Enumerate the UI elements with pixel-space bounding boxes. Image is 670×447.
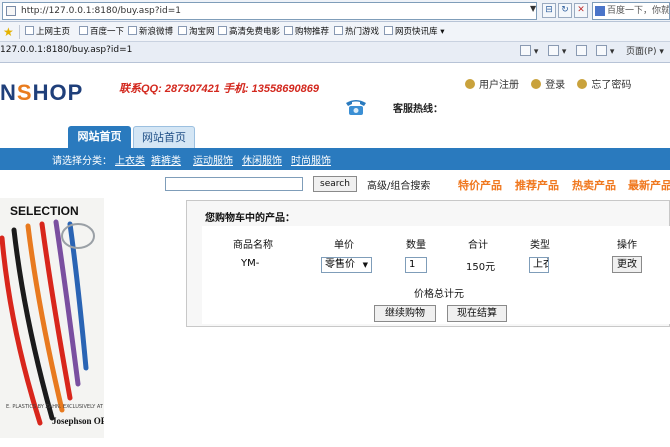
- category-link[interactable]: 裤裤类: [151, 152, 181, 167]
- column-header-subtotal: 合计: [468, 240, 488, 251]
- quantity-input[interactable]: 1: [405, 257, 427, 273]
- category-link[interactable]: 运动服饰: [193, 152, 233, 167]
- hot-products-link[interactable]: 热卖产品: [572, 177, 616, 193]
- category-link[interactable]: 时尚服饰: [291, 152, 331, 167]
- column-header-product-name: 商品名称: [233, 240, 273, 251]
- favorite-item[interactable]: 高清免费电影: [218, 25, 280, 39]
- ad-brand: Josephson OPTICIANS: [52, 416, 104, 426]
- register-link[interactable]: 用户注册: [465, 79, 519, 91]
- favorite-item[interactable]: 淘宝网: [178, 25, 215, 39]
- favorite-page-icon: [25, 26, 34, 35]
- browser-tab-bar: 127.0.0.1:8180/buy.asp?id=1 ▾ ▾ ▾ 页面(P) …: [0, 42, 670, 63]
- favorite-page-icon: [178, 26, 187, 35]
- site-logo[interactable]: NSHOP: [0, 80, 83, 106]
- favorite-page-icon: [334, 26, 343, 35]
- favorite-page-icon: [384, 26, 393, 35]
- customer-hotline: 客服热线：: [393, 104, 443, 115]
- stop-icon[interactable]: ✕: [574, 3, 588, 18]
- category-label: 请选择分类：: [52, 156, 112, 167]
- checkout-button[interactable]: 现在结算: [447, 305, 507, 322]
- user-icon: [465, 79, 475, 89]
- update-button[interactable]: 更改: [612, 256, 642, 273]
- favorite-item[interactable]: 百度一下: [79, 25, 124, 39]
- price-total: 价格总计元: [414, 289, 464, 300]
- browser-tab[interactable]: 127.0.0.1:8180/buy.asp?id=1: [0, 45, 132, 55]
- contact-info: 联系QQ: 287307421 手机: 13558690869: [119, 83, 319, 95]
- special-products-link[interactable]: 特价产品: [458, 177, 502, 193]
- separator: [19, 25, 20, 39]
- browser-search-input[interactable]: 百度一下，你就知道: [592, 2, 670, 20]
- search-engine-icon: [595, 6, 605, 16]
- login-icon: [531, 79, 542, 89]
- print-icon[interactable]: ▾: [596, 45, 614, 59]
- address-dropdown-icon[interactable]: ▼: [530, 4, 536, 13]
- favorite-page-icon: [79, 26, 88, 35]
- price-type-select[interactable]: 零售价 ▼: [321, 257, 372, 273]
- recommended-products-link[interactable]: 推荐产品: [515, 177, 559, 193]
- favorite-item[interactable]: 新浪微博: [128, 25, 173, 39]
- page-menu-button[interactable]: 页面(P) ▾: [626, 45, 664, 59]
- compat-view-icon[interactable]: ⊟: [542, 3, 556, 18]
- search-input[interactable]: [165, 177, 303, 191]
- category-link[interactable]: 休闲服饰: [242, 152, 282, 167]
- favorite-item[interactable]: 热门游戏: [334, 25, 379, 39]
- search-button[interactable]: search: [313, 176, 357, 192]
- page-icon: [6, 6, 16, 16]
- telephone-icon: [346, 100, 366, 115]
- mail-icon[interactable]: [576, 45, 587, 59]
- favorite-page-icon: [128, 26, 137, 35]
- home-icon[interactable]: ▾: [520, 45, 538, 59]
- product-type-field[interactable]: 上衣: [529, 257, 549, 273]
- tab-home-active[interactable]: 网站首页: [68, 126, 131, 148]
- advertisement-banner[interactable]: SELECTION E. PLASTICS BY ZAHN. EXCLUSIVE…: [0, 198, 104, 438]
- favorite-page-icon: [284, 26, 293, 35]
- main-nav-tabs: 网站首页 网站首页: [0, 126, 670, 148]
- category-bar: 请选择分类： 上衣类 裤裤类 运动服饰 休闲服饰 时尚服饰: [0, 148, 670, 170]
- key-icon: [577, 79, 588, 89]
- chevron-down-icon: ▼: [362, 261, 368, 269]
- product-name-field[interactable]: YM-: [241, 257, 261, 273]
- favorite-page-icon: [218, 26, 227, 35]
- column-header-type: 类型: [530, 240, 550, 251]
- favorites-star-icon[interactable]: ★: [3, 25, 14, 39]
- shopping-cart-panel: 您购物车中的产品： 商品名称 单价 数量 合计 类型 操作 YM- 零售价 ▼ …: [186, 200, 670, 327]
- cart-title: 您购物车中的产品：: [205, 213, 295, 224]
- refresh-icon[interactable]: ↻: [558, 3, 572, 18]
- address-input[interactable]: http://127.0.0.1:8180/buy.asp?id=1: [2, 2, 537, 20]
- favorite-item[interactable]: 网页快讯库 ▾: [384, 25, 444, 39]
- login-link[interactable]: 登录: [531, 79, 565, 91]
- subtotal-value: 150元: [466, 262, 496, 273]
- column-header-quantity: 数量: [406, 240, 426, 251]
- browser-address-bar: http://127.0.0.1:8180/buy.asp?id=1 ▼ ⊟ ↻…: [0, 0, 670, 22]
- favorite-item[interactable]: 购物推荐: [284, 25, 329, 39]
- cart-table: 商品名称 单价 数量 合计 类型 操作 YM- 零售价 ▼ 1 150元 上衣 …: [202, 226, 670, 324]
- column-header-unit-price: 单价: [334, 240, 354, 251]
- category-link[interactable]: 上衣类: [115, 152, 145, 167]
- advanced-search-link[interactable]: 高级/组合搜索: [367, 177, 430, 192]
- rss-feed-icon[interactable]: ▾: [548, 45, 566, 59]
- address-text: http://127.0.0.1:8180/buy.asp?id=1: [21, 6, 181, 16]
- eyeglasses-ad-image: [0, 219, 95, 426]
- user-links: 用户注册 登录 忘了密码: [465, 76, 640, 91]
- column-header-action: 操作: [617, 240, 637, 251]
- forgot-password-link[interactable]: 忘了密码: [577, 79, 631, 91]
- new-products-link[interactable]: 最新产品: [628, 177, 670, 193]
- ad-footer-text: E. PLASTICS BY ZAHN. EXCLUSIVELY AT: [6, 404, 103, 410]
- tab-home[interactable]: 网站首页: [133, 126, 195, 148]
- favorite-item[interactable]: 上网主页: [25, 25, 70, 39]
- continue-shopping-button[interactable]: 继续购物: [374, 305, 436, 322]
- favorites-bar: ★ 上网主页 百度一下 新浪微博 淘宝网 高清免费电影 购物推荐 热门游戏 网页…: [0, 22, 670, 42]
